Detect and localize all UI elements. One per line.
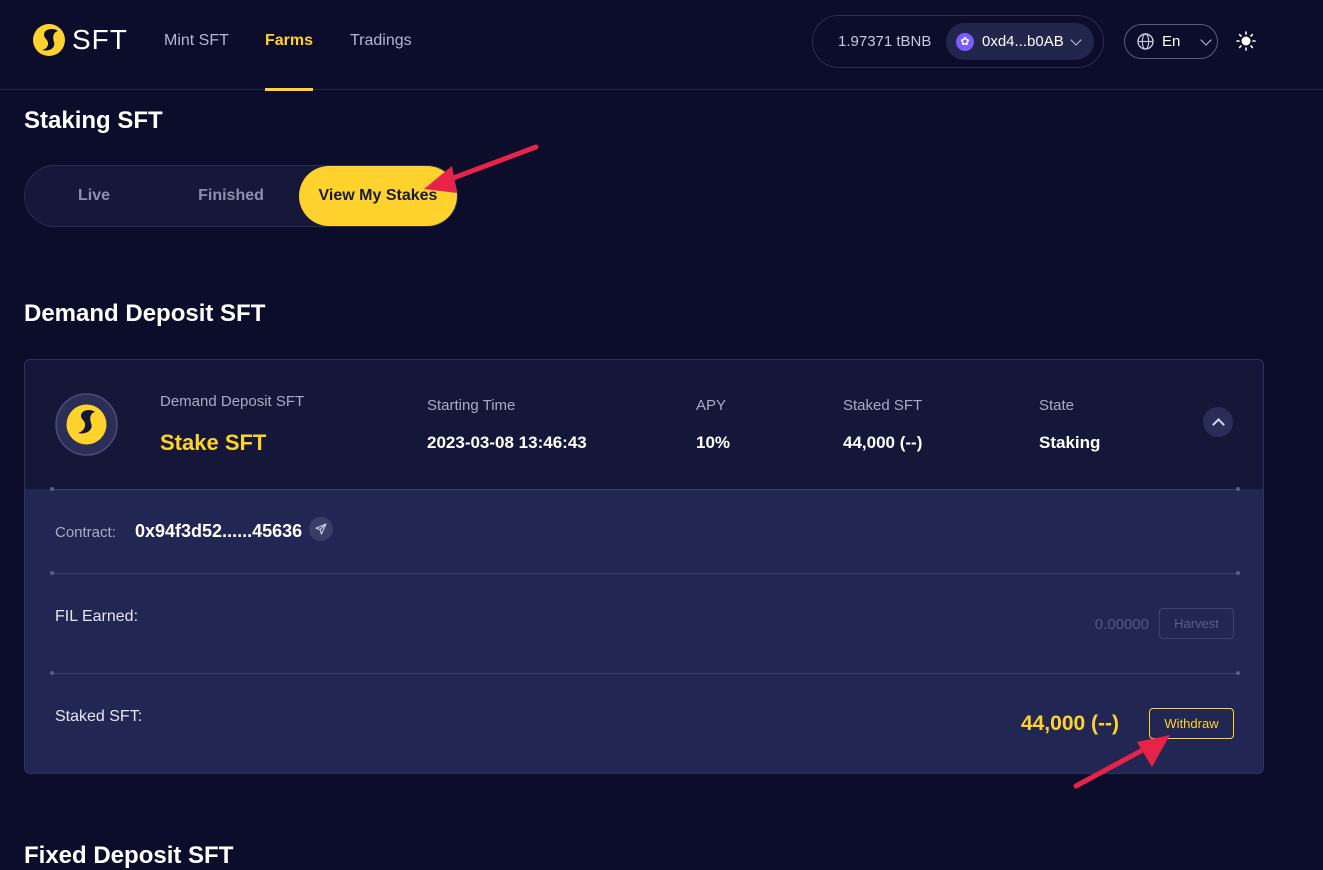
globe-icon [1137, 33, 1154, 50]
tab-view-my-stakes[interactable]: View My Stakes [299, 166, 457, 226]
stake-card: Demand Deposit SFT Stake SFT Starting Ti… [24, 359, 1264, 774]
wallet-balance: 1.97371 tBNB [838, 33, 932, 50]
staked-sft-label: Staked SFT [843, 397, 923, 414]
starting-time-label: Starting Time [427, 397, 516, 414]
chevron-down-icon [1070, 33, 1082, 46]
section-title: Demand Deposit SFT [24, 300, 266, 327]
language-select[interactable]: En [1124, 24, 1218, 59]
apy-label: APY [696, 397, 727, 414]
chevron-down-icon [1200, 33, 1213, 46]
contract-label: Contract: [55, 524, 116, 541]
logo[interactable]: SFT [32, 22, 128, 58]
divider [50, 571, 1240, 575]
sft-coin-icon [55, 393, 118, 456]
staked-sft-row-label: Staked SFT: [55, 708, 143, 725]
external-link-icon[interactable] [309, 517, 333, 541]
nav-mint-sft[interactable]: Mint SFT [164, 32, 229, 90]
divider [50, 487, 1240, 491]
withdraw-button[interactable]: Withdraw [1149, 708, 1234, 739]
collapse-button[interactable] [1203, 407, 1233, 437]
pool-name: Stake SFT [160, 430, 267, 455]
pool-subtitle: Demand Deposit SFT [160, 393, 305, 410]
contract-address[interactable]: 0x94f3d52......45636 [135, 521, 302, 542]
next-section-title: Fixed Deposit SFT [24, 842, 234, 869]
stake-tabs: Live Finished View My Stakes [24, 165, 458, 227]
fil-earned-label: FIL Earned: [55, 608, 139, 625]
nav-farms[interactable]: Farms [265, 32, 314, 91]
sun-icon[interactable] [1234, 29, 1258, 53]
account-address: 0xd4...b0AB [982, 33, 1064, 50]
apy-value: 10% [696, 433, 731, 452]
wallet-box: 1.97371 tBNB ✿ 0xd4...b0AB [812, 15, 1104, 68]
starting-time-value: 2023-03-08 13:46:43 [427, 433, 587, 452]
tab-finished[interactable]: Finished [163, 166, 299, 226]
state-label: State [1039, 397, 1075, 414]
sft-logo-icon [33, 24, 65, 56]
account-button[interactable]: ✿ 0xd4...b0AB [946, 23, 1094, 60]
account-avatar-icon: ✿ [956, 32, 974, 51]
logo-text: SFT [72, 24, 128, 55]
staked-sft-amount: 44,000 (--) [1020, 712, 1119, 735]
top-header: SFT Mint SFT Farms Tradings 1.97371 tBNB… [0, 0, 1323, 91]
state-value: Staking [1039, 433, 1101, 452]
chevron-up-icon [1211, 417, 1225, 431]
tab-live[interactable]: Live [25, 166, 163, 226]
nav-tradings[interactable]: Tradings [350, 32, 412, 90]
language-label: En [1162, 33, 1181, 50]
card-summary[interactable]: Demand Deposit SFT Stake SFT Starting Ti… [25, 360, 1263, 489]
fil-earned-amount: 0.00000 [1094, 616, 1149, 633]
divider [50, 671, 1240, 675]
harvest-button[interactable]: Harvest [1159, 608, 1234, 639]
page-title: Staking SFT [24, 107, 163, 134]
staked-sft-value: 44,000 (--) [843, 433, 923, 452]
